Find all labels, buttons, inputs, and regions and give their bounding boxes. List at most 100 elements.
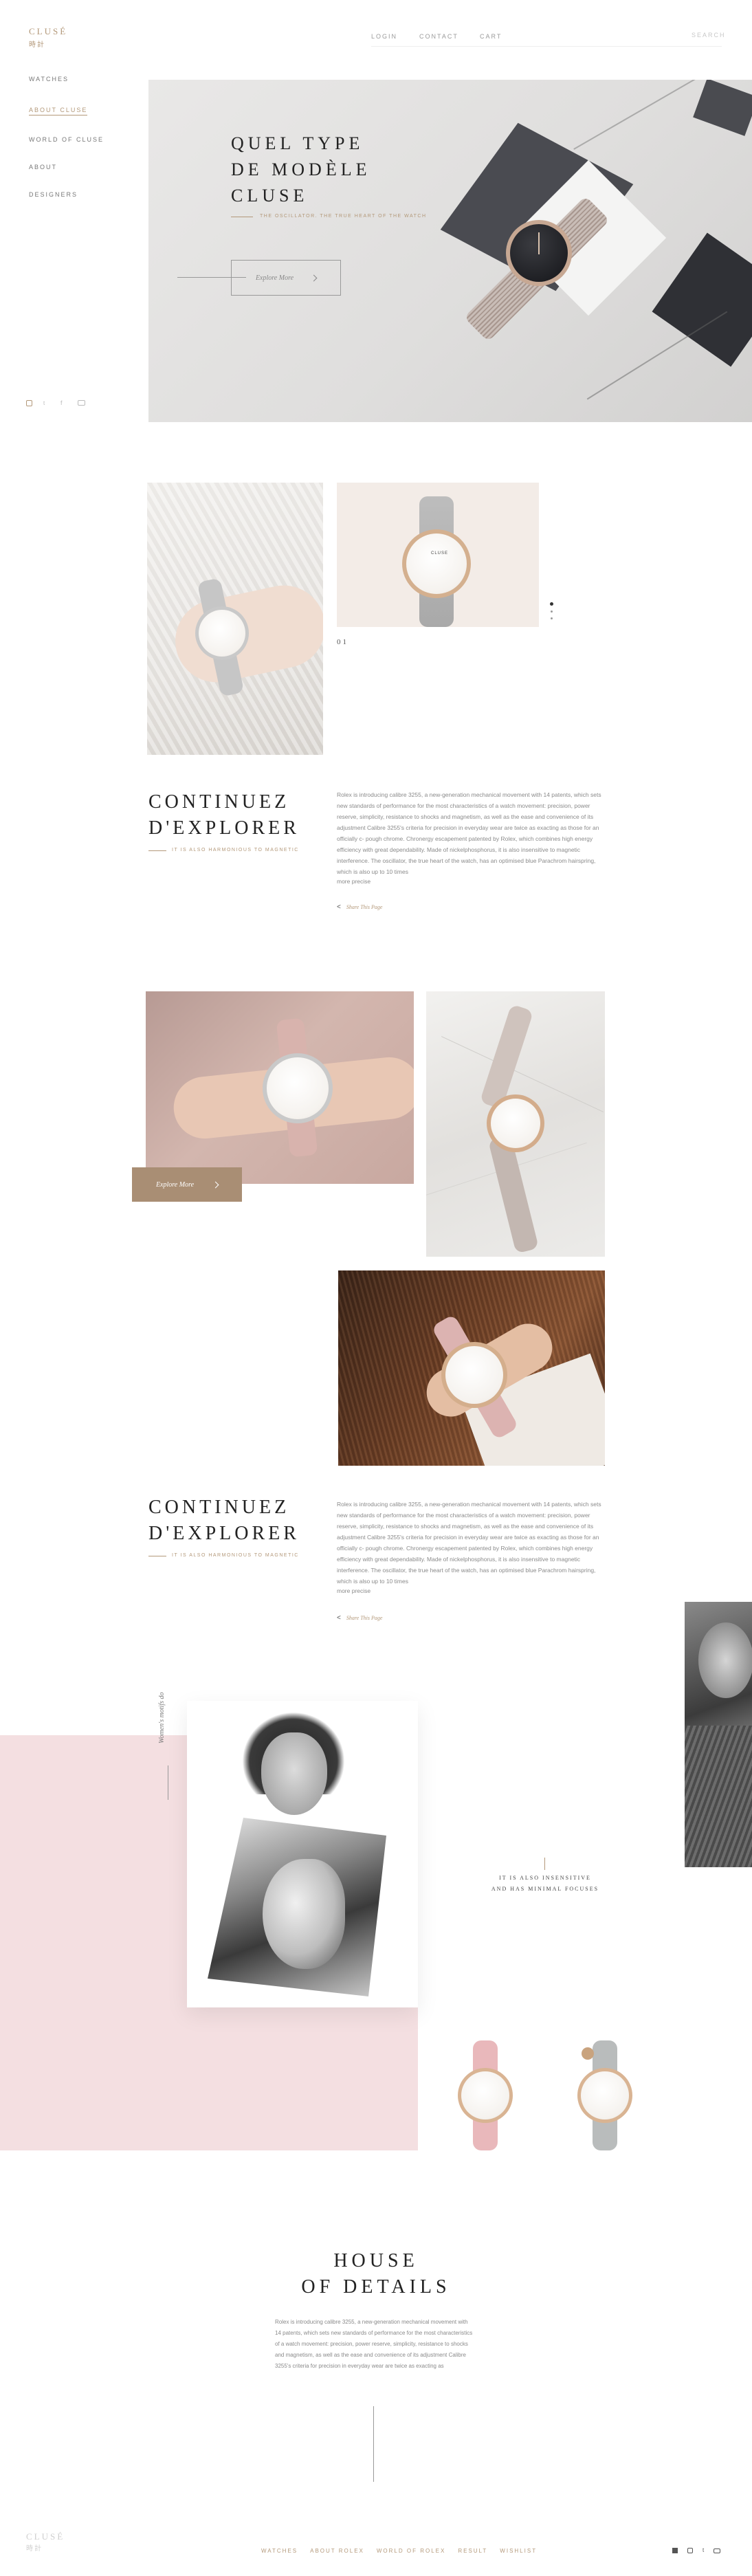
gallery2-hair-photo [338, 1270, 605, 1466]
hero-title-line: CLUSE [231, 186, 309, 206]
hero-title-line: QUEL TYPE [231, 133, 364, 153]
watch-face [491, 1099, 540, 1148]
search-link[interactable]: SEARCH [692, 32, 726, 38]
hero-shadow [586, 311, 728, 400]
footer-link-about-rolex[interactable]: ABOUT ROLEX [310, 2548, 364, 2554]
facebook-icon[interactable] [672, 2548, 678, 2553]
footer-link-wishlist[interactable]: WISHLIST [500, 2548, 537, 2554]
footer-nav: WATCHES ABOUT ROLEX WORLD OF ROLEX RESUL… [261, 2548, 537, 2554]
house-rule [373, 2406, 374, 2482]
gallery-wrist-photo [147, 483, 323, 755]
footer-link-watches[interactable]: WATCHES [261, 2548, 298, 2554]
share-page-link[interactable]: < Share This Page [337, 903, 382, 911]
watch-face [461, 2071, 509, 2120]
share-icon: < [337, 903, 341, 911]
house-title-line: OF DETAILS [301, 2276, 451, 2298]
footer-link-result[interactable]: RESULT [458, 2548, 487, 2554]
editorial-portrait [187, 1701, 418, 2007]
twitter-icon[interactable]: t [43, 400, 49, 406]
youtube-icon[interactable] [78, 400, 85, 406]
gallery-counter: 01 [337, 638, 349, 646]
section2-title: CONTINUEZ D'EXPLORER [148, 1495, 300, 1547]
gallery2-explore-button[interactable]: Explore More [132, 1167, 242, 1202]
portrait-face-profile [263, 1859, 345, 1969]
editorial-caption-rule [544, 1858, 545, 1870]
section1-title-line: CONTINUEZ [148, 791, 290, 813]
sidebar-item-designers[interactable]: DESIGNERS [29, 191, 111, 198]
share-icon: < [337, 1614, 341, 1622]
share-page-label: Share This Page [346, 904, 383, 910]
sidebar-item-world-of-cluse[interactable]: WORLD OF CLUSE [29, 136, 111, 143]
section1-body: Rolex is introducing calibre 3255, a new… [337, 791, 601, 875]
watch-strap [487, 1134, 540, 1254]
hero-subtitle: THE OSCILLATOR. THE TRUE HEART OF THE WA… [260, 214, 427, 219]
product-watch-grey[interactable] [575, 2035, 635, 2156]
brand-sub: 時計 [29, 41, 45, 49]
instagram-icon[interactable] [26, 400, 32, 406]
watch-tag [582, 2047, 594, 2060]
hero-shard [693, 80, 752, 136]
side-portrait-jacket [685, 1726, 752, 1867]
footer-social: t [672, 2548, 721, 2553]
section1-subtitle: IT IS ALSO HARMONIOUS TO MAGNETIC [172, 848, 299, 852]
sidebar-item-watches[interactable]: WATCHES [29, 76, 111, 82]
hero-shard [652, 232, 752, 367]
section1-title: CONTINUEZ D'EXPLORER [148, 789, 300, 841]
watch-logo: CLUSE [431, 551, 449, 555]
section1-subtitle-rule [148, 850, 166, 851]
watch-face [199, 610, 245, 657]
pagination-dot[interactable] [551, 617, 553, 619]
section1-more: more precise [337, 878, 371, 885]
product-watch-pink[interactable] [455, 2035, 516, 2156]
house-body: Rolex is introducing calibre 3255, a new… [275, 2319, 473, 2369]
nav-login[interactable]: LOGIN [371, 33, 397, 40]
facebook-icon[interactable]: f [60, 400, 67, 406]
instagram-icon[interactable] [687, 2548, 693, 2553]
section2-subtitle: IT IS ALSO HARMONIOUS TO MAGNETIC [172, 1553, 299, 1558]
footer-brand[interactable]: CLUSÉ 時計 [26, 2531, 65, 2553]
sidebar-item-about-cluse[interactable]: ABOUT CLUSE [29, 107, 88, 115]
gallery2-wrist-photo [146, 991, 414, 1184]
footer-link-world-of-rolex[interactable]: WORLD OF ROLEX [377, 2548, 445, 2554]
pagination-dot[interactable] [551, 610, 553, 613]
gallery-product-photo: CLUSE [337, 483, 539, 627]
chevron-right-icon [310, 274, 318, 281]
hero-watch-hand [538, 232, 540, 254]
watch-strap [479, 1004, 534, 1110]
editorial-caption: IT IS ALSO INSENSITIVE AND HAS MINIMAL F… [467, 1873, 623, 1895]
watch-face [406, 533, 467, 594]
brand-logo[interactable]: CLUSÉ 時計 [29, 26, 67, 49]
hero-title: QUEL TYPE DE MODÈLE CLUSE [231, 131, 371, 209]
explore-more-label: Explore More [155, 1180, 195, 1189]
nav-contact[interactable]: CONTACT [419, 33, 458, 40]
editorial-caption-line: IT IS ALSO INSENSITIVE [499, 1875, 591, 1881]
section2-more: more precise [337, 1587, 371, 1594]
nav-cart[interactable]: CART [480, 33, 502, 40]
share-page-link[interactable]: < Share This Page [337, 1614, 382, 1622]
sidebar-social: t f [26, 400, 85, 406]
section2-title-line: D'EXPLORER [148, 1523, 300, 1544]
hero-title-line: DE MODÈLE [231, 159, 371, 179]
chevron-right-icon [212, 1181, 219, 1188]
top-nav: LOGIN CONTACT CART SEARCH [371, 29, 725, 47]
sidebar: WATCHES ABOUT CLUSE WORLD OF CLUSE ABOUT… [29, 76, 111, 198]
share-page-label: Share This Page [346, 1615, 383, 1621]
sidebar-item-about[interactable]: ABOUT [29, 164, 111, 170]
watch-face [445, 1346, 503, 1404]
pagination-dot-active[interactable] [550, 602, 553, 606]
footer-brand-sub: 時計 [26, 2545, 43, 2553]
vertical-caption-text: Women's motifs do [158, 1692, 166, 1743]
explore-more-button[interactable]: Explore More [231, 260, 341, 296]
house-title-line: HOUSE [333, 2250, 419, 2271]
youtube-icon[interactable] [714, 2548, 721, 2553]
editorial-side-portrait [685, 1602, 752, 1867]
hero-banner: QUEL TYPE DE MODÈLE CLUSE THE OSCILLATOR… [148, 80, 752, 422]
brand-name: CLUSÉ [29, 26, 68, 36]
explore-more-label: Explore More [255, 274, 294, 282]
side-portrait-face [698, 1622, 752, 1698]
portrait-face [261, 1732, 327, 1815]
editorial-caption-line: AND HAS MINIMAL FOCUSES [491, 1886, 599, 1892]
twitter-icon[interactable]: t [703, 2548, 704, 2553]
section1-title-line: D'EXPLORER [148, 817, 300, 839]
watch-face [581, 2071, 629, 2120]
